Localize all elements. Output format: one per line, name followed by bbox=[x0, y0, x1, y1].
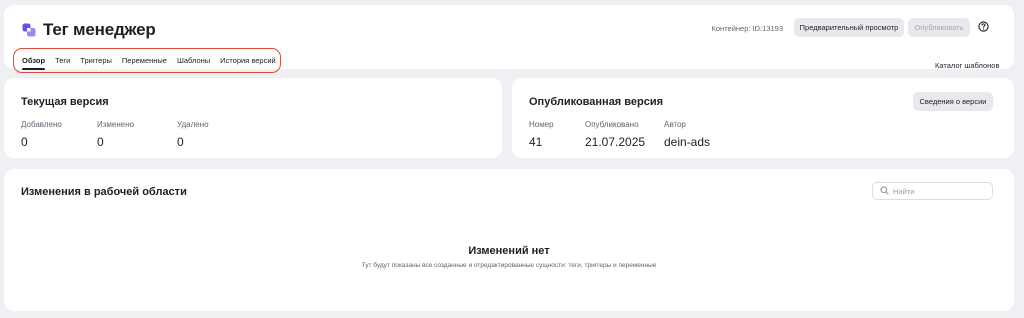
stat-label: Автор bbox=[664, 120, 686, 129]
app-logo: Тег менеджер bbox=[22, 20, 156, 40]
search-box[interactable] bbox=[872, 182, 993, 200]
stat-value: 21.07.2025 bbox=[585, 135, 646, 149]
stat-number: Номер 41 bbox=[529, 120, 554, 149]
tab-tags[interactable]: Теги bbox=[55, 56, 70, 70]
search-icon bbox=[880, 182, 889, 200]
tab-version-history[interactable]: История версий bbox=[220, 56, 276, 70]
publish-button[interactable]: Опубликовать bbox=[908, 18, 970, 37]
current-version-card: Текущая версия Добавлено 0 Изменено 0 Уд… bbox=[4, 78, 502, 158]
stat-label: Изменено bbox=[97, 120, 135, 129]
version-details-button[interactable]: Сведения о версии bbox=[913, 92, 993, 111]
stat-label: Номер bbox=[529, 120, 554, 129]
tab-overview[interactable]: Обзор bbox=[22, 56, 46, 70]
stat-published-date: Опубликовано 21.07.2025 bbox=[585, 120, 645, 149]
empty-state-description: Тут будут показаны все созданные и отред… bbox=[361, 262, 657, 269]
stat-label: Удалено bbox=[177, 120, 209, 129]
tag-manager-logo-icon bbox=[22, 23, 36, 37]
stat-value: dein-ads bbox=[664, 135, 711, 149]
tab-triggers[interactable]: Триггеры bbox=[80, 56, 112, 70]
stat-value: 0 bbox=[97, 135, 104, 149]
stat-label: Опубликовано bbox=[585, 120, 639, 129]
container-id: Контейнер: ID:13193 bbox=[711, 24, 783, 33]
tab-templates[interactable]: Шаблоны bbox=[177, 56, 210, 70]
stat-author: Автор dein-ads bbox=[664, 120, 710, 149]
stat-deleted: Удалено 0 bbox=[177, 120, 209, 149]
stat-value: 41 bbox=[529, 135, 543, 149]
stat-value: 0 bbox=[21, 135, 28, 149]
tab-variables[interactable]: Переменные bbox=[122, 56, 167, 70]
published-version-card: Опубликованная версия Сведения о версии … bbox=[512, 78, 1014, 158]
nav-tabs: Обзор Теги Триггеры Переменные Шаблоны И… bbox=[22, 56, 286, 70]
published-version-title: Опубликованная версия bbox=[529, 96, 664, 108]
stat-label: Добавлено bbox=[21, 120, 62, 129]
workspace-changes-title: Изменения в рабочей области bbox=[21, 186, 187, 198]
stat-added: Добавлено 0 bbox=[21, 120, 62, 149]
header-card: Тег менеджер Контейнер: ID:13193 Предвар… bbox=[4, 5, 1014, 73]
help-button[interactable] bbox=[973, 18, 993, 37]
workspace-changes-card: Изменения в рабочей области Изменений не… bbox=[4, 169, 1014, 311]
stat-value: 0 bbox=[177, 135, 184, 149]
search-input[interactable] bbox=[893, 186, 988, 196]
stat-changed: Изменено 0 bbox=[97, 120, 134, 149]
empty-state-title: Изменений нет bbox=[468, 245, 550, 257]
preview-button[interactable]: Предварительный просмотр bbox=[794, 18, 904, 37]
template-catalog-link[interactable]: Каталог шаблонов bbox=[935, 61, 999, 70]
current-version-title: Текущая версия bbox=[21, 96, 109, 108]
app-title: Тег менеджер bbox=[43, 20, 156, 39]
question-circle-icon bbox=[977, 21, 989, 34]
